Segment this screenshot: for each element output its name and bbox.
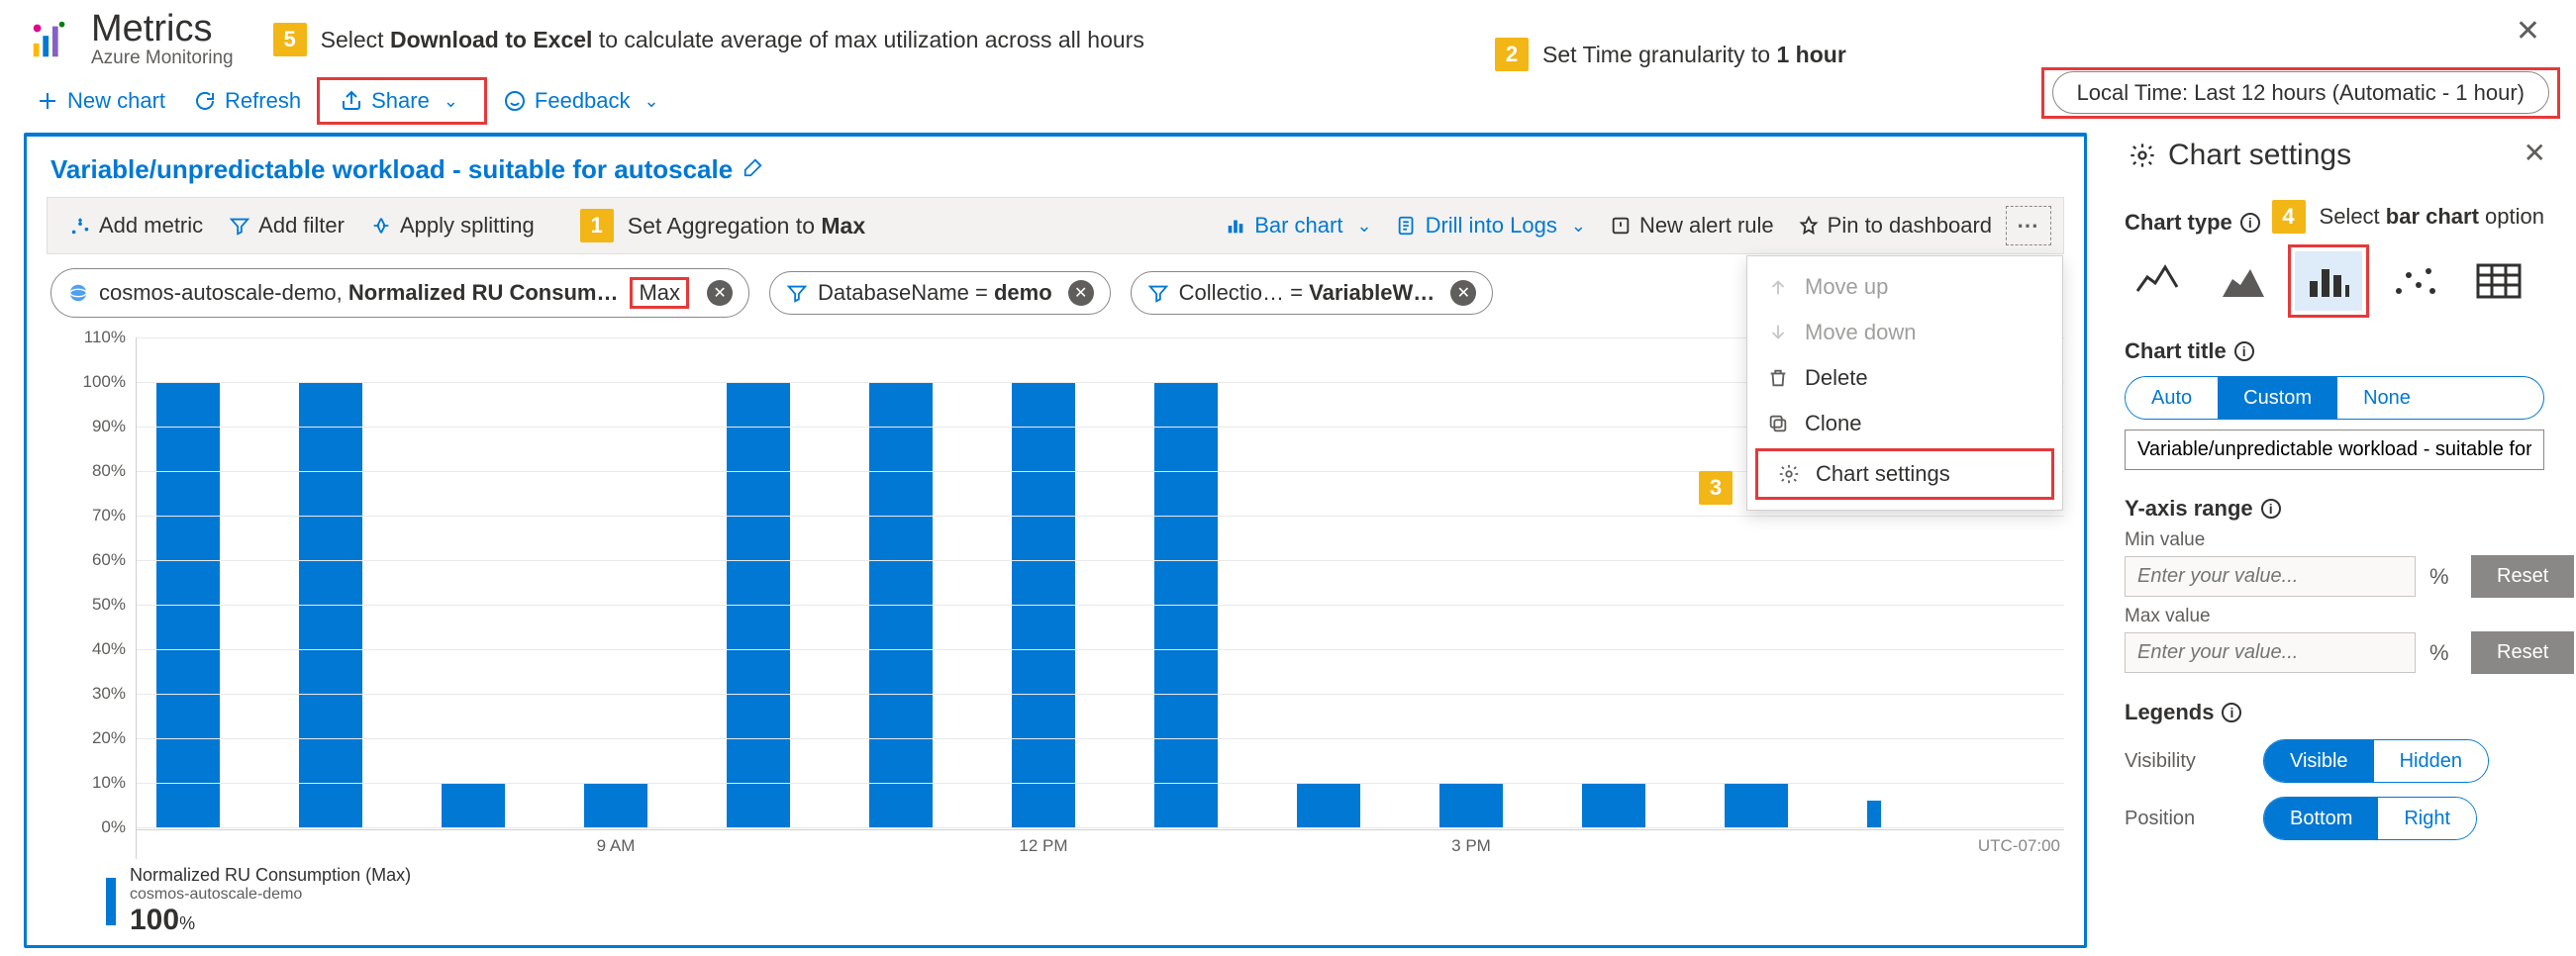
- aggregation-max: Max: [630, 277, 689, 309]
- new-chart-button[interactable]: New chart: [24, 82, 177, 120]
- callout-5-badge: 5: [273, 23, 307, 56]
- info-icon[interactable]: i: [2234, 341, 2254, 361]
- max-value-input[interactable]: [2125, 632, 2416, 673]
- page-subtitle: Azure Monitoring: [91, 48, 234, 69]
- gear-icon: [2129, 142, 2156, 169]
- feedback-button[interactable]: Feedback: [491, 82, 671, 120]
- chart-bar: [1725, 783, 1788, 827]
- filter-database-pill[interactable]: DatabaseName = demo ✕: [769, 271, 1111, 315]
- chart-bar: [1439, 783, 1503, 827]
- filter-collection-pill[interactable]: Collectio… = VariableW… ✕: [1131, 271, 1494, 315]
- chart-title: Variable/unpredictable workload - suitab…: [50, 154, 733, 185]
- percent-label: %: [2429, 640, 2457, 666]
- reset-min-button[interactable]: Reset: [2471, 555, 2574, 598]
- hidden-option[interactable]: Hidden: [2374, 740, 2488, 782]
- chart-type-label: Chart type: [2125, 210, 2232, 236]
- title-none-option[interactable]: None: [2337, 377, 2436, 419]
- legend-swatch: [106, 878, 116, 925]
- chart-title-input[interactable]: [2125, 430, 2544, 470]
- timezone-label: UTC-07:00: [1978, 836, 2060, 856]
- info-icon[interactable]: i: [2261, 499, 2281, 519]
- ctx-move-up: Move up: [1747, 264, 2062, 310]
- time-range-picker[interactable]: Local Time: Last 12 hours (Automatic - 1…: [2052, 71, 2549, 114]
- context-menu: Move up Move down Delete Clone: [1746, 255, 2063, 511]
- ctx-clone[interactable]: Clone: [1747, 401, 2062, 446]
- settings-title: Chart settings: [2168, 139, 2351, 172]
- edit-title-icon[interactable]: [743, 156, 764, 184]
- add-filter-button[interactable]: Add filter: [219, 207, 354, 244]
- percent-label: %: [2429, 564, 2457, 590]
- info-icon[interactable]: i: [2240, 213, 2260, 233]
- remove-filter-icon[interactable]: ✕: [1450, 280, 1476, 306]
- chart-title-label: Chart title: [2125, 338, 2227, 364]
- legend-title: Normalized RU Consumption (Max): [130, 865, 411, 886]
- position-segment[interactable]: Bottom Right: [2263, 797, 2477, 840]
- callout-1-text: Set Aggregation to Max: [628, 213, 865, 239]
- title-custom-option[interactable]: Custom: [2218, 377, 2337, 419]
- visibility-segment[interactable]: Visible Hidden: [2263, 739, 2489, 783]
- add-metric-button[interactable]: Add metric: [59, 207, 213, 244]
- legend-value: 100%: [130, 904, 411, 937]
- x-tick: 12 PM: [1019, 836, 1067, 856]
- cosmos-icon: [67, 282, 89, 304]
- chart-type-grid[interactable]: [2465, 251, 2532, 311]
- callout-1-badge: 1: [580, 209, 614, 242]
- reset-max-button[interactable]: Reset: [2471, 631, 2574, 674]
- callout-2-text: Set Time granularity to 1 hour: [1542, 42, 1846, 68]
- title-mode-segment[interactable]: Auto Custom None: [2125, 376, 2544, 420]
- chart-type-scatter[interactable]: [2380, 251, 2447, 311]
- new-alert-rule-button[interactable]: New alert rule: [1600, 207, 1784, 244]
- chart-type-area[interactable]: [2210, 251, 2277, 311]
- drill-into-logs-button[interactable]: Drill into Logs: [1386, 207, 1596, 244]
- chart-type-line[interactable]: [2125, 251, 2192, 311]
- metric-pill[interactable]: cosmos-autoscale-demo, Normalized RU Con…: [50, 268, 749, 318]
- filter-icon: [1147, 282, 1169, 304]
- page-title: Metrics: [91, 10, 234, 48]
- min-value-input[interactable]: [2125, 556, 2416, 597]
- legend-subtitle: cosmos-autoscale-demo: [130, 886, 411, 904]
- callout-4-text: Select bar chart option: [2320, 204, 2544, 230]
- remove-filter-icon[interactable]: ✕: [1068, 280, 1094, 306]
- callout-5-text: Select Download to Excel to calculate av…: [321, 27, 1144, 53]
- x-tick: 3 PM: [1451, 836, 1491, 856]
- chart-bar: [1867, 801, 1881, 827]
- bottom-option[interactable]: Bottom: [2264, 798, 2378, 839]
- min-value-label: Min value: [2125, 529, 2544, 551]
- chart-bar: [1582, 783, 1645, 827]
- visible-option[interactable]: Visible: [2264, 740, 2374, 782]
- info-icon[interactable]: i: [2222, 703, 2241, 722]
- ctx-move-down: Move down: [1747, 310, 2062, 355]
- ctx-chart-settings[interactable]: Chart settings: [1758, 451, 2051, 497]
- share-button[interactable]: Share: [328, 82, 470, 120]
- close-settings-icon[interactable]: ✕: [2524, 137, 2546, 169]
- ctx-delete[interactable]: Delete: [1747, 355, 2062, 401]
- legends-label: Legends: [2125, 700, 2214, 725]
- metrics-icon: [28, 17, 73, 62]
- position-label: Position: [2125, 808, 2243, 830]
- callout-3-badge: 3: [1699, 471, 1733, 505]
- filter-icon: [786, 282, 808, 304]
- max-value-label: Max value: [2125, 606, 2544, 627]
- remove-metric-icon[interactable]: ✕: [707, 280, 733, 306]
- pin-to-dashboard-button[interactable]: Pin to dashboard: [1788, 207, 2002, 244]
- apply-splitting-button[interactable]: Apply splitting: [360, 207, 545, 244]
- chart-type-dropdown[interactable]: Bar chart: [1215, 207, 1381, 244]
- title-auto-option[interactable]: Auto: [2126, 377, 2218, 419]
- chart-bar: [584, 783, 647, 827]
- visibility-label: Visibility: [2125, 750, 2243, 773]
- x-tick: 9 AM: [597, 836, 636, 856]
- callout-4-badge: 4: [2272, 200, 2306, 234]
- chart-bar: [442, 783, 505, 827]
- chart-bar: [1297, 783, 1360, 827]
- chart-type-bar[interactable]: [2295, 251, 2362, 311]
- refresh-button[interactable]: Refresh: [181, 82, 313, 120]
- yaxis-range-label: Y-axis range: [2125, 496, 2253, 522]
- right-option[interactable]: Right: [2378, 798, 2476, 839]
- more-options-button[interactable]: ⋯: [2006, 206, 2051, 245]
- close-icon[interactable]: ✕: [2516, 14, 2540, 48]
- callout-2-badge: 2: [1495, 38, 1529, 71]
